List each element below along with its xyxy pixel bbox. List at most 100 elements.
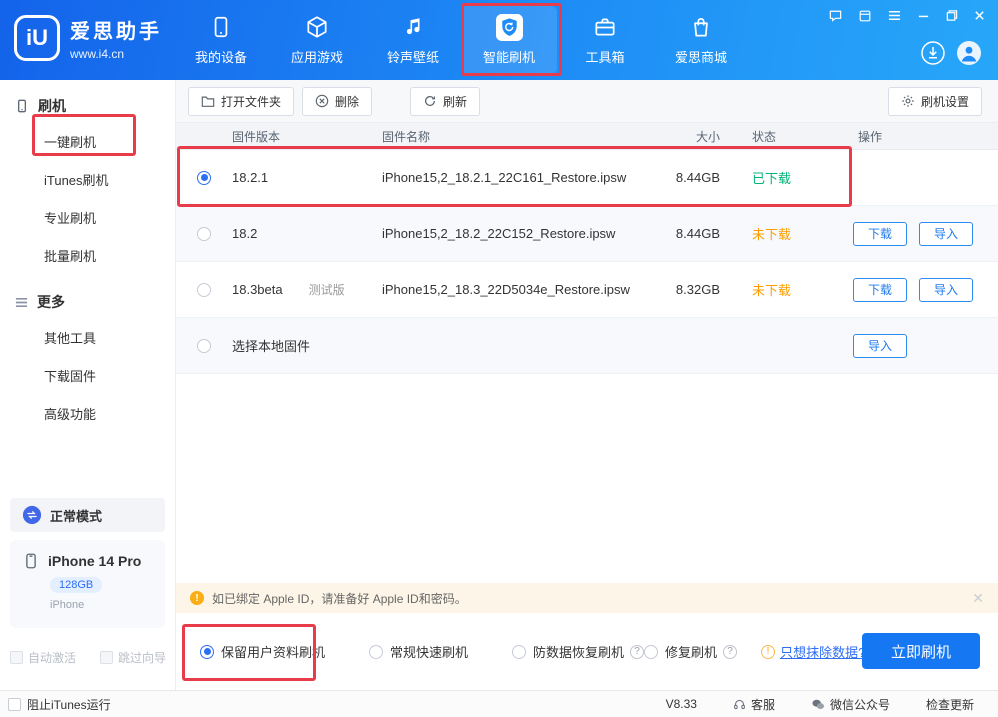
sidebar-item-batch-flash[interactable]: 批量刷机 (0, 238, 175, 276)
sidebar-item-advanced[interactable]: 高级功能 (0, 396, 175, 434)
mode-label: 正常模式 (50, 506, 102, 525)
sidebar-checkboxes: 自动激活 跳过向导 (10, 649, 166, 666)
sidebar-section-more: 更多 (0, 276, 175, 320)
option-keep-user-data[interactable]: 保留用户资料刷机 (200, 642, 325, 661)
window-controls (828, 8, 986, 23)
radio-icon (369, 645, 383, 659)
folder-icon (201, 95, 215, 108)
maximize-icon[interactable] (945, 9, 958, 22)
firmware-version: 18.2 (232, 226, 382, 241)
firmware-row[interactable]: 18.2 iPhone15,2_18.2_22C152_Restore.ipsw… (176, 206, 998, 262)
col-size: 大小 (638, 128, 728, 145)
delete-button[interactable]: 删除 (302, 87, 372, 116)
open-folder-button[interactable]: 打开文件夹 (188, 87, 294, 116)
erase-data-link[interactable]: 只想抹除数据? (780, 642, 865, 661)
main-nav: 我的设备 应用游戏 铃声壁纸 智能刷机 工具箱 (173, 6, 749, 74)
firmware-size: 8.32GB (638, 282, 728, 297)
circle-x-icon (315, 94, 329, 108)
option-repair-flash[interactable]: 修复刷机 (644, 642, 717, 661)
sidebar-item-one-click-flash[interactable]: 一键刷机 (0, 124, 175, 162)
import-firmware-button[interactable]: 导入 (919, 222, 973, 246)
phone-icon (22, 552, 40, 570)
sidebar-item-itunes-flash[interactable]: iTunes刷机 (0, 162, 175, 200)
apple-id-notice: 如已绑定 Apple ID，请准备好 Apple ID和密码。 ✕ (176, 583, 998, 613)
nav-label: 爱思商城 (675, 47, 727, 66)
firmware-row[interactable]: 18.2.1 iPhone15,2_18.2.1_22C161_Restore.… (176, 150, 998, 206)
checkbox-icon (10, 651, 23, 664)
status-badge: 未下载 (728, 224, 823, 243)
refresh-icon (423, 94, 437, 108)
theme-icon[interactable] (858, 9, 872, 23)
close-notice-icon[interactable]: ✕ (972, 590, 984, 607)
firmware-name: iPhone15,2_18.2.1_22C161_Restore.ipsw (382, 170, 638, 185)
firmware-name: iPhone15,2_18.2_22C152_Restore.ipsw (382, 226, 638, 241)
nav-label: 我的设备 (195, 47, 247, 66)
checkbox-icon (8, 698, 21, 711)
nav-apps-games[interactable]: 应用游戏 (269, 6, 365, 74)
normal-mode-button[interactable]: 正常模式 (10, 498, 165, 532)
col-firmware-version: 固件版本 (232, 128, 382, 145)
download-firmware-button[interactable]: 下载 (853, 278, 907, 302)
firmware-row-local[interactable]: 选择本地固件 导入 (176, 318, 998, 374)
row-radio[interactable] (197, 283, 211, 297)
check-update-link[interactable]: 检查更新 (926, 696, 974, 713)
download-firmware-button[interactable]: 下载 (853, 222, 907, 246)
mode-swap-icon (22, 505, 42, 525)
status-bar: 阻止iTunes运行 V8.33 客服 微信公众号 检查更新 (0, 690, 998, 717)
sidebar: 刷机 一键刷机 iTunes刷机 专业刷机 批量刷机 更多 其他工具 下载固件 … (0, 80, 176, 690)
help-icon[interactable] (630, 645, 644, 659)
option-anti-recovery-flash[interactable]: 防数据恢复刷机 (512, 642, 624, 661)
skip-setup-checkbox[interactable]: 跳过向导 (100, 649, 166, 666)
download-manager-icon[interactable] (920, 40, 946, 66)
nav-label: 工具箱 (585, 47, 624, 66)
close-icon[interactable] (973, 9, 986, 22)
nav-toolbox[interactable]: 工具箱 (557, 6, 653, 74)
row-radio[interactable] (197, 227, 211, 241)
row-radio[interactable] (197, 171, 211, 185)
headset-icon (733, 698, 746, 711)
gear-icon (901, 94, 915, 108)
block-itunes-checkbox[interactable]: 阻止iTunes运行 (8, 696, 111, 713)
refresh-button[interactable]: 刷新 (410, 87, 480, 116)
firmware-size: 8.44GB (638, 226, 728, 241)
sidebar-item-download-firmware[interactable]: 下载固件 (0, 358, 175, 396)
firmware-toolbar: 打开文件夹 删除 刷新 刷机设置 (176, 80, 998, 122)
app-title: 爱思助手 (70, 15, 162, 44)
empty-area (176, 374, 998, 583)
col-action: 操作 (823, 128, 998, 145)
user-avatar-icon[interactable] (956, 40, 982, 66)
import-firmware-button[interactable]: 导入 (853, 334, 907, 358)
firmware-row[interactable]: 18.3beta测试版 iPhone15,2_18.3_22D5034e_Res… (176, 262, 998, 318)
sidebar-item-pro-flash[interactable]: 专业刷机 (0, 200, 175, 238)
firmware-version: 18.3beta测试版 (232, 281, 382, 298)
flash-options-bar: 保留用户资料刷机 常规快速刷机 防数据恢复刷机 修复刷机 只想抹除数据? 立即刷… (176, 613, 998, 690)
col-status: 状态 (728, 128, 823, 145)
help-icon[interactable] (723, 645, 737, 659)
sidebar-item-other-tools[interactable]: 其他工具 (0, 320, 175, 358)
flash-now-button[interactable]: 立即刷机 (862, 633, 980, 669)
wechat-link[interactable]: 微信公众号 (811, 696, 890, 713)
option-quick-flash[interactable]: 常规快速刷机 (369, 642, 468, 661)
table-header: 固件版本 固件名称 大小 状态 操作 (176, 122, 998, 150)
menu-icon[interactable] (887, 9, 902, 22)
minimize-icon[interactable] (917, 9, 930, 22)
sidebar-section-title: 刷机 (38, 96, 66, 116)
music-note-icon (401, 14, 425, 40)
customer-service-link[interactable]: 客服 (733, 696, 775, 713)
nav-label: 铃声壁纸 (387, 47, 439, 66)
auto-activate-checkbox[interactable]: 自动激活 (10, 649, 76, 666)
firmware-version: 18.2.1 (232, 170, 382, 185)
nav-smart-flash[interactable]: 智能刷机 (461, 6, 557, 74)
nav-ringtones-wallpapers[interactable]: 铃声壁纸 (365, 6, 461, 74)
flash-settings-button[interactable]: 刷机设置 (888, 87, 982, 116)
feedback-icon[interactable] (828, 8, 843, 23)
beta-tag: 测试版 (309, 283, 345, 297)
checkbox-icon (100, 651, 113, 664)
nav-mall[interactable]: 爱思商城 (653, 6, 749, 74)
status-badge: 未下载 (728, 280, 823, 299)
nav-my-devices[interactable]: 我的设备 (173, 6, 269, 74)
briefcase-icon (592, 14, 618, 40)
device-panel[interactable]: iPhone 14 Pro 128GB iPhone (10, 540, 165, 628)
import-firmware-button[interactable]: 导入 (919, 278, 973, 302)
row-radio[interactable] (197, 339, 211, 353)
